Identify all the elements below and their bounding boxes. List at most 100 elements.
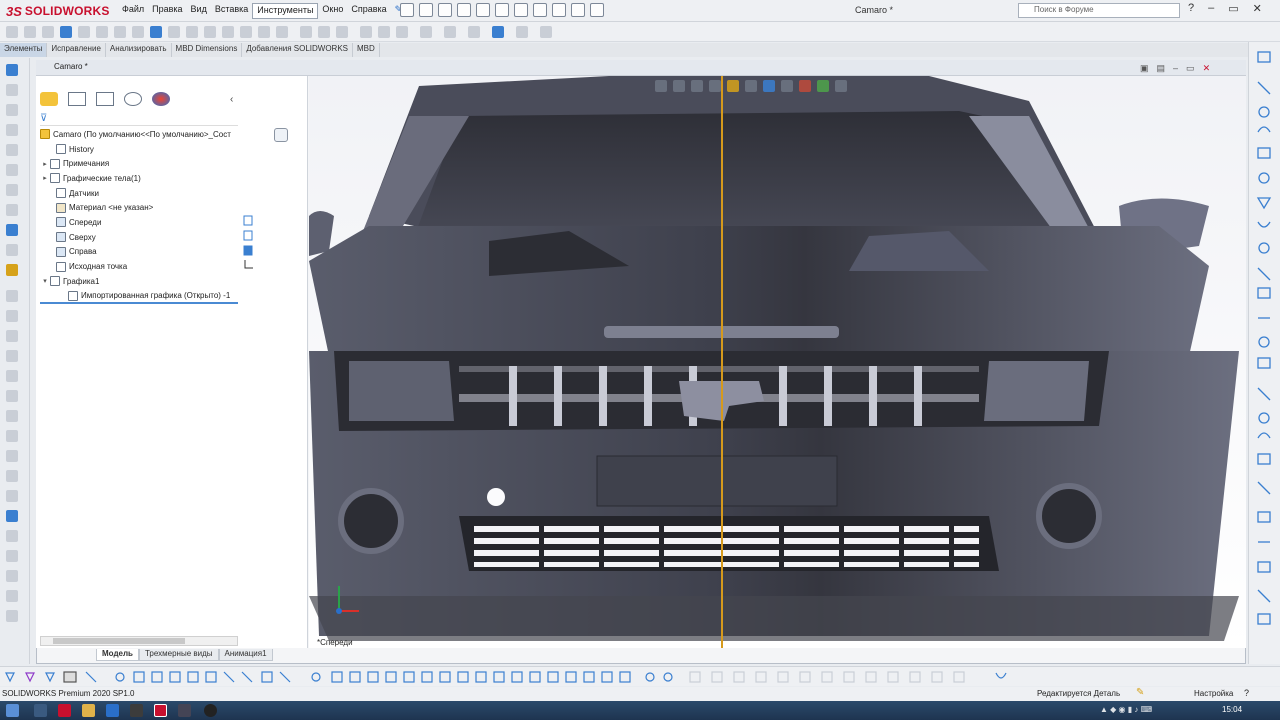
hide-show-items-icon[interactable] <box>781 80 793 92</box>
tab-repair[interactable]: Исправление <box>47 43 106 57</box>
configuration-manager-tab-icon[interactable] <box>96 92 114 106</box>
help-icon[interactable]: ? <box>1188 2 1194 15</box>
view-orientation-icon[interactable] <box>745 80 757 92</box>
tree-item-top-plane[interactable]: Сверху <box>40 230 240 245</box>
menu-item-insert[interactable]: Вставка <box>211 3 252 19</box>
explorer-icon[interactable] <box>82 704 95 717</box>
split-view-icon[interactable]: ▤ <box>1157 63 1166 74</box>
menu-item-tools[interactable]: Инструменты <box>252 3 319 19</box>
tree-item-sensors[interactable]: Датчики <box>40 186 240 201</box>
menu-item-view[interactable]: Вид <box>187 3 211 19</box>
open-folder-icon[interactable] <box>438 3 452 17</box>
tab-features[interactable]: Элементы <box>0 43 48 57</box>
tree-item-graphics1[interactable]: ▾ Графика1 <box>40 274 240 289</box>
tree-horizontal-scrollbar[interactable] <box>40 636 238 646</box>
tab-solidworks-addins[interactable]: Добавления SOLIDWORKS <box>242 43 353 57</box>
terminal-icon[interactable] <box>130 704 143 717</box>
layout-icon[interactable] <box>590 3 604 17</box>
new-file-icon[interactable] <box>419 3 433 17</box>
minimize-button[interactable]: – <box>1208 2 1214 15</box>
property-manager-tab-icon[interactable] <box>68 92 86 106</box>
options-gear-icon[interactable] <box>571 3 585 17</box>
display-manager-tab-icon[interactable] <box>152 92 170 106</box>
tree-item-front-plane[interactable]: Спереди <box>40 215 240 230</box>
filter-funnel-icon[interactable]: ⊽ <box>40 113 47 124</box>
tree-filter[interactable]: ⊽ <box>40 112 238 126</box>
scrollbar-thumb[interactable] <box>53 638 185 644</box>
pdf-app-icon[interactable] <box>58 704 71 717</box>
task-view-icon[interactable] <box>34 704 47 717</box>
tree-item-history[interactable]: History <box>40 142 240 157</box>
expand-arrow-icon[interactable]: ▸ <box>40 160 50 168</box>
tree-root-label: Camaro (По умолчанию<<По умолчанию>_Сост <box>53 129 231 139</box>
license-plate-area <box>596 455 838 507</box>
expand-arrow-icon[interactable]: ▸ <box>40 174 50 182</box>
roll-back-icon[interactable] <box>274 128 288 142</box>
taskbar-clock[interactable]: 15:04 <box>1222 705 1242 714</box>
display-style-icon[interactable] <box>763 80 775 92</box>
left-tool-icons[interactable] <box>0 58 30 664</box>
tree-item-material[interactable]: Материал <не указан> <box>40 200 240 215</box>
dynamic-annotation-icon[interactable] <box>727 80 739 92</box>
menu-item-window[interactable]: Окно <box>318 3 347 19</box>
camera-app-icon[interactable] <box>178 704 191 717</box>
solidworks-taskbar-icon[interactable] <box>154 704 167 717</box>
edit-appearance-icon[interactable] <box>799 80 811 92</box>
close-button[interactable]: ✕ <box>1253 2 1262 15</box>
bottom-toolbar-icons[interactable] <box>0 667 1040 687</box>
apply-scene-icon[interactable] <box>817 80 829 92</box>
tab-3d-views[interactable]: Трехмерные виды <box>138 649 219 661</box>
collapse-arrow-icon[interactable]: ▾ <box>40 277 50 285</box>
tab-mbd[interactable]: MBD <box>353 43 380 57</box>
doc-close-button[interactable]: ✕ <box>1203 63 1211 74</box>
dimxpert-tab-icon[interactable] <box>124 92 142 106</box>
view-orientation-label: *Спереди <box>317 638 353 647</box>
save-icon[interactable] <box>457 3 471 17</box>
tree-item-annotations[interactable]: ▸ Примечания <box>40 156 240 171</box>
tile-window-icon[interactable]: ▣ <box>1140 63 1149 74</box>
file-properties-icon[interactable] <box>552 3 566 17</box>
graphics-viewport[interactable] <box>309 76 1246 648</box>
doc-minimize-button[interactable]: – <box>1173 63 1178 74</box>
home-icon[interactable] <box>400 3 414 17</box>
command-icons[interactable] <box>0 22 560 42</box>
select-arrow-icon[interactable] <box>514 3 528 17</box>
feature-tree-tab-icon[interactable] <box>40 92 58 106</box>
zoom-to-area-icon[interactable] <box>673 80 685 92</box>
menu-item-file[interactable]: Файл <box>118 3 148 19</box>
word-icon[interactable] <box>106 704 119 717</box>
tray-icons[interactable]: ▲ ◆ ◉ ▮ ♪ ⌨ <box>1100 705 1152 714</box>
tree-item-origin[interactable]: Исходная точка <box>40 259 240 274</box>
tree-item-right-plane[interactable]: Справа <box>40 245 240 260</box>
menu-item-edit[interactable]: Правка <box>148 3 186 19</box>
recorder-icon[interactable] <box>204 704 217 717</box>
doc-restore-button[interactable]: ▭ <box>1186 63 1195 74</box>
status-units-menu[interactable]: Настройка <box>1194 689 1233 698</box>
undo-icon[interactable] <box>495 3 509 17</box>
maximize-button[interactable]: ▭ <box>1228 2 1238 15</box>
tab-mbd-dimensions[interactable]: MBD Dimensions <box>172 43 243 57</box>
previous-view-icon[interactable] <box>691 80 703 92</box>
right-tool-icons[interactable] <box>1249 42 1280 664</box>
tree-item-graphics-bodies[interactable]: ▸ Графические тела(1) <box>40 171 240 186</box>
start-button-icon[interactable] <box>6 704 19 717</box>
tab-nav-arrows[interactable] <box>36 649 96 661</box>
rebuild-icon[interactable] <box>533 3 547 17</box>
print-icon[interactable] <box>476 3 490 17</box>
document-tab-label[interactable]: Camaro * <box>54 62 88 71</box>
tab-analyze[interactable]: Анализировать <box>106 43 172 57</box>
imported-graphics-icon <box>68 290 78 301</box>
forum-search-input[interactable]: Поиск в Форуме <box>1018 3 1180 18</box>
view-settings-icon[interactable] <box>835 80 847 92</box>
rebuild-indicator-icon[interactable]: ✎ <box>1136 687 1144 698</box>
solidworks-logo[interactable]: 3S SOLIDWORKS <box>6 3 110 19</box>
panel-collapse-icon[interactable]: ‹ <box>230 94 233 105</box>
annotations-icon <box>50 158 60 169</box>
zoom-to-fit-icon[interactable] <box>655 80 667 92</box>
tab-model[interactable]: Модель <box>96 649 139 661</box>
section-view-icon[interactable] <box>709 80 721 92</box>
status-help-icon[interactable]: ? <box>1244 688 1249 698</box>
menu-item-help[interactable]: Справка <box>347 3 390 19</box>
tree-root-part[interactable]: Camaro (По умолчанию<<По умолчанию>_Сост <box>40 127 240 142</box>
tab-animation[interactable]: Анимация1 <box>218 649 273 661</box>
